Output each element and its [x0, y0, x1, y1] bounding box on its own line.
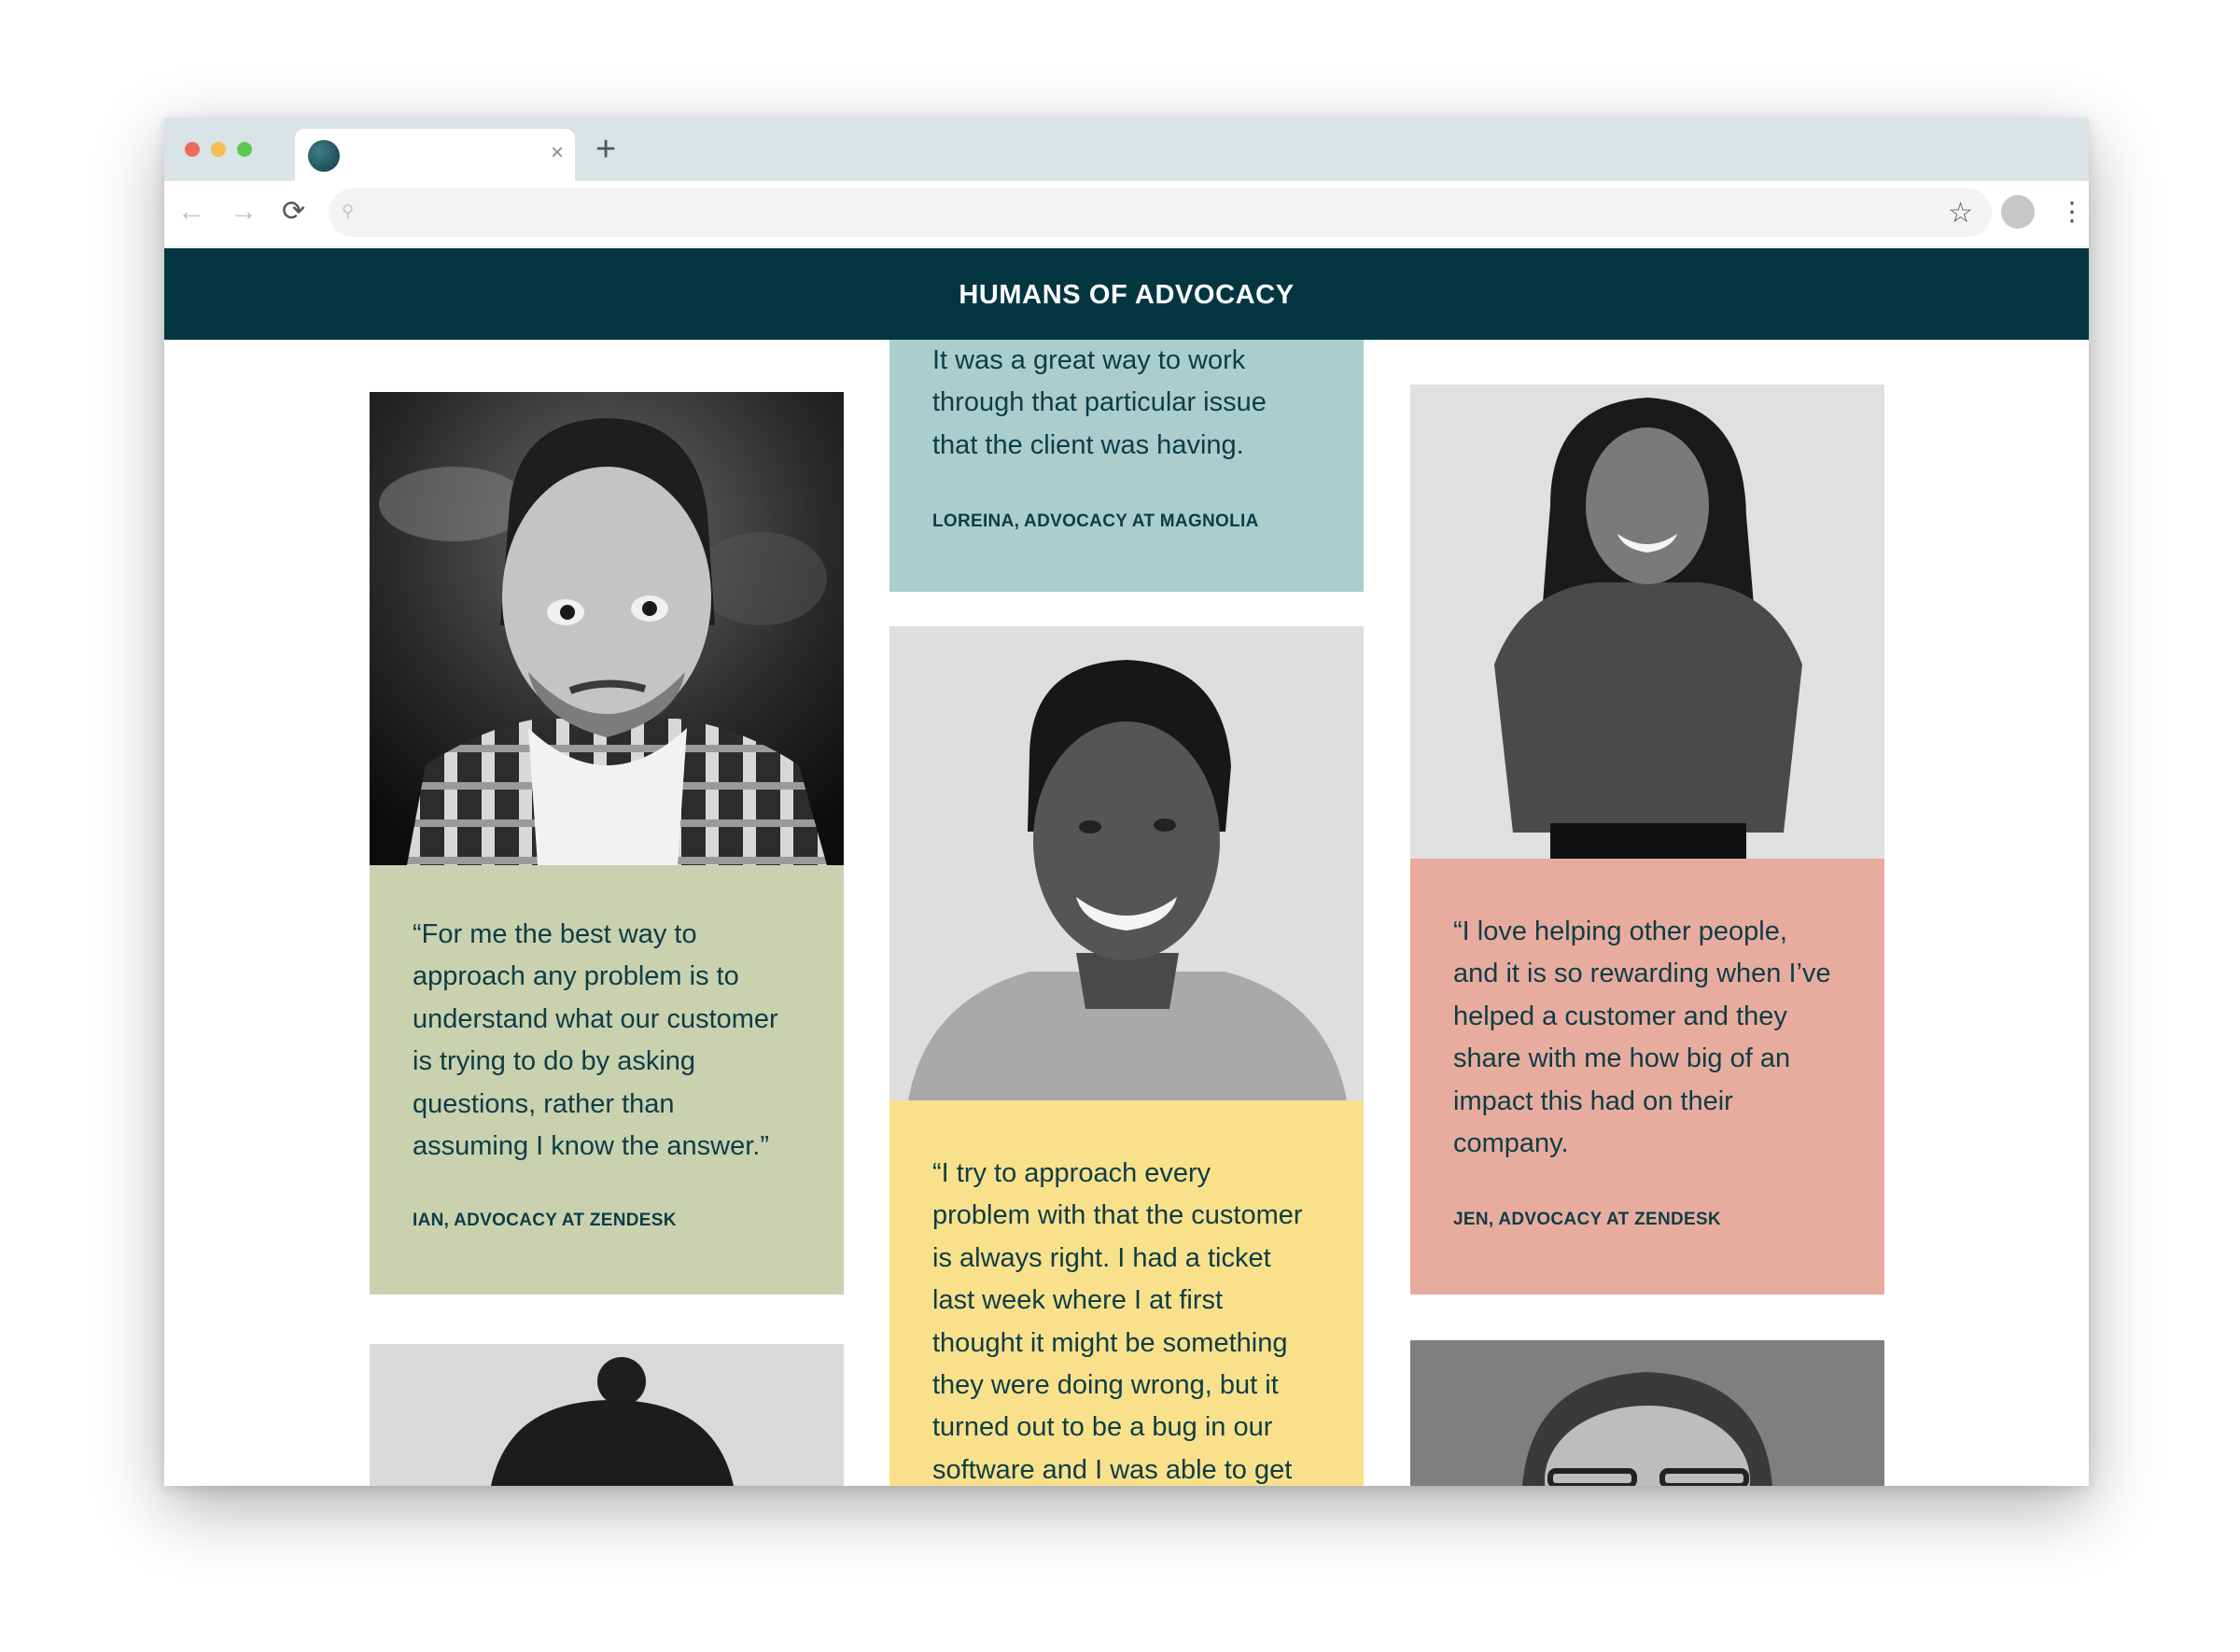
- quote-text: “I try to approach every problem with th…: [932, 1158, 1303, 1485]
- close-window-dot[interactable]: [185, 142, 200, 157]
- reload-icon[interactable]: ⟳: [282, 196, 305, 228]
- quote-card-jen: “I love helping other people, and it is …: [1410, 859, 1884, 1295]
- forward-icon[interactable]: →: [230, 196, 258, 228]
- portrait-photo-bottom-left: [370, 1344, 844, 1486]
- menu-icon[interactable]: ⋮: [2059, 196, 2085, 228]
- address-bar[interactable]: ⚲ ☆: [329, 189, 1992, 237]
- portrait-photo-bottom-right: [1410, 1340, 1884, 1486]
- tab-close-icon[interactable]: ×: [551, 140, 564, 166]
- profile-avatar[interactable]: [2001, 195, 2035, 229]
- quote-card-loreina: It was a great way to work through that …: [889, 340, 1364, 592]
- quote-author: JEN, ADVOCACY AT ZENDESK: [1453, 1210, 1721, 1229]
- search-icon: ⚲: [342, 202, 355, 220]
- tab-bar: × +: [164, 118, 2089, 181]
- back-icon[interactable]: ←: [177, 196, 205, 228]
- quote-card-ian: “For me the best way to approach any pro…: [370, 865, 844, 1295]
- portrait-photo-jen: [1410, 385, 1884, 859]
- quote-author: LOREINA, ADVOCACY AT MAGNOLIA: [932, 511, 1259, 531]
- site-header: HUMANS OF ADVOCACY: [164, 248, 2089, 340]
- portrait-photo-ian: [370, 392, 844, 865]
- quote-author: IAN, ADVOCACY AT ZENDESK: [413, 1211, 677, 1230]
- browser-toolbar: ← → ⟳ ⚲ ☆ ⋮: [164, 181, 2089, 247]
- quote-text: “I love helping other people, and it is …: [1453, 917, 1831, 1159]
- quote-text: “For me the best way to approach any pro…: [413, 919, 778, 1162]
- browser-window: × + ← → ⟳ ⚲ ☆ ⋮ HUMANS OF ADVOCACY It wa…: [164, 118, 2089, 1486]
- minimize-window-dot[interactable]: [211, 142, 226, 157]
- bookmark-star-icon[interactable]: ☆: [1948, 197, 1973, 230]
- page-title: HUMANS OF ADVOCACY: [959, 280, 1295, 310]
- masonry-grid: It was a great way to work through that …: [164, 340, 2089, 1486]
- new-tab-icon[interactable]: +: [595, 132, 616, 167]
- quote-text: It was a great way to work through that …: [932, 345, 1267, 460]
- maximize-window-dot[interactable]: [237, 142, 252, 157]
- quote-card-yellow: “I try to approach every problem with th…: [889, 1100, 1364, 1486]
- favicon-icon: [308, 140, 340, 172]
- browser-tab[interactable]: ×: [295, 129, 575, 181]
- portrait-photo-middle: [889, 626, 1364, 1100]
